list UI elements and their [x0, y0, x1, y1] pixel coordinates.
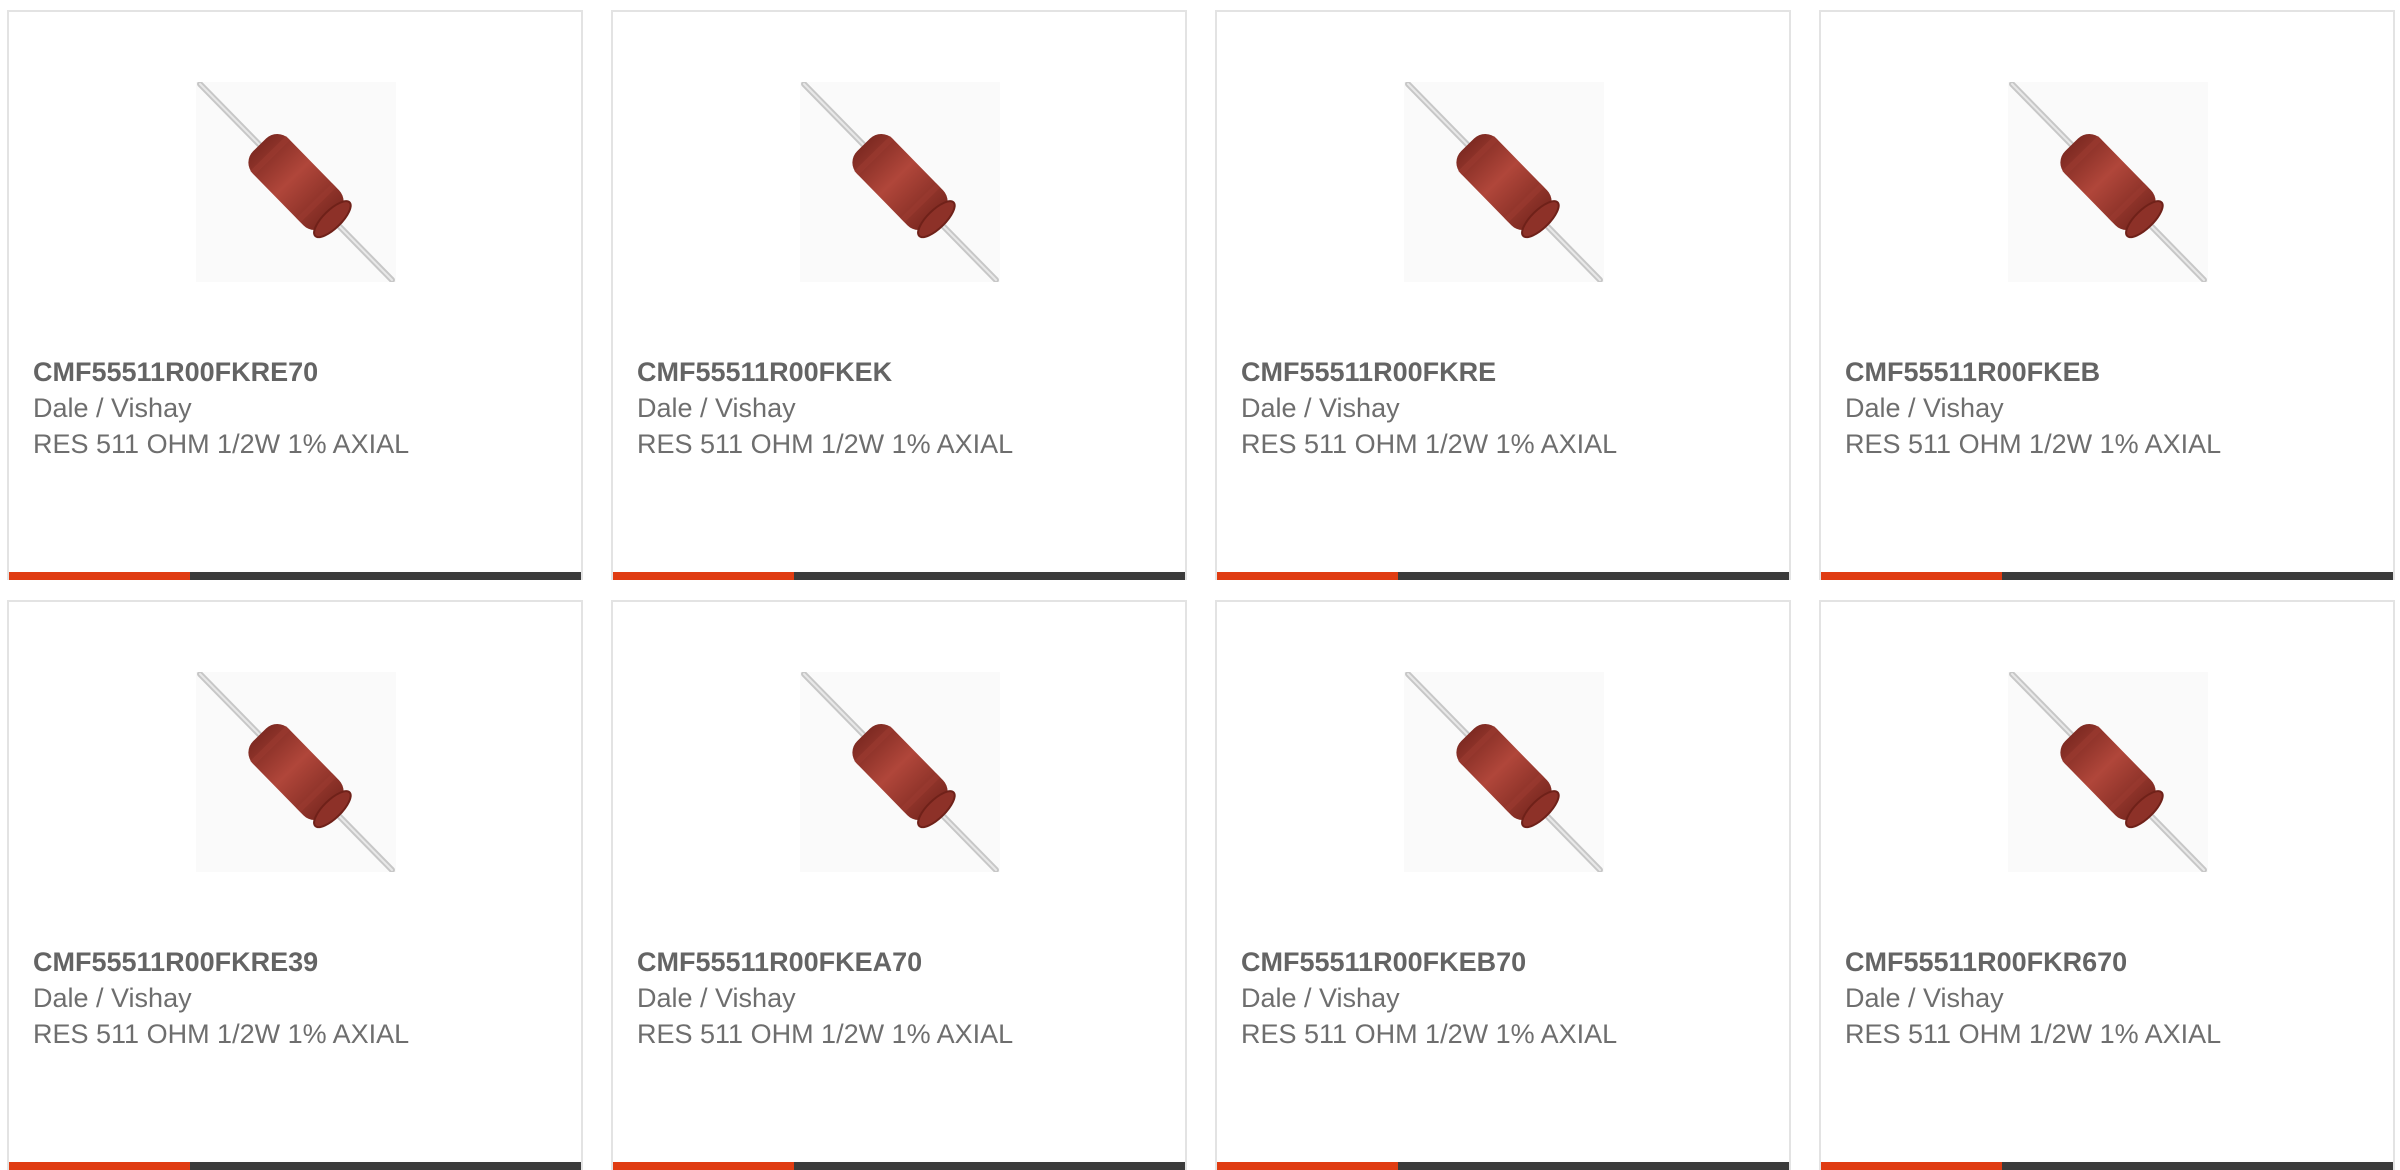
part-number[interactable]: CMF55511R00FKRE	[1241, 354, 1779, 390]
manufacturer: Dale / Vishay	[1241, 983, 1400, 1013]
part-number[interactable]: CMF55511R00FKEB70	[1241, 944, 1779, 980]
product-description: RES 511 OHM 1/2W 1% AXIAL	[1845, 429, 2222, 459]
part-number[interactable]: CMF55511R00FKRE39	[33, 944, 571, 980]
card-bottom-bar	[1217, 1162, 1789, 1170]
product-info: CMF55511R00FKEK Dale / Vishay RES 511 OH…	[637, 354, 1175, 462]
manufacturer: Dale / Vishay	[637, 983, 796, 1013]
manufacturer: Dale / Vishay	[1845, 983, 2004, 1013]
manufacturer: Dale / Vishay	[33, 393, 192, 423]
product-card[interactable]: CMF55511R00FKEK Dale / Vishay RES 511 OH…	[611, 10, 1187, 580]
product-info: CMF55511R00FKRE39 Dale / Vishay RES 511 …	[33, 944, 571, 1052]
product-card[interactable]: CMF55511R00FKEA70 Dale / Vishay RES 511 …	[611, 600, 1187, 1170]
card-accent-bar	[613, 572, 794, 580]
card-bottom-bar	[1821, 572, 2393, 580]
card-bottom-bar	[1217, 572, 1789, 580]
product-info: CMF55511R00FKEB Dale / Vishay RES 511 OH…	[1845, 354, 2383, 462]
part-number[interactable]: CMF55511R00FKEK	[637, 354, 1175, 390]
card-bottom-bar	[9, 572, 581, 580]
product-description: RES 511 OHM 1/2W 1% AXIAL	[637, 429, 1014, 459]
part-number[interactable]: CMF55511R00FKEB	[1845, 354, 2383, 390]
product-description: RES 511 OHM 1/2W 1% AXIAL	[1241, 429, 1618, 459]
product-description: RES 511 OHM 1/2W 1% AXIAL	[33, 429, 410, 459]
axial-resistor-icon[interactable]	[196, 672, 396, 872]
axial-resistor-icon[interactable]	[1404, 82, 1604, 282]
card-bottom-bar	[613, 572, 1185, 580]
manufacturer: Dale / Vishay	[1845, 393, 2004, 423]
axial-resistor-icon[interactable]	[2008, 672, 2208, 872]
axial-resistor-icon[interactable]	[800, 672, 1000, 872]
card-accent-bar	[9, 572, 190, 580]
axial-resistor-icon[interactable]	[1404, 672, 1604, 872]
axial-resistor-icon[interactable]	[800, 82, 1000, 282]
product-description: RES 511 OHM 1/2W 1% AXIAL	[1845, 1019, 2222, 1049]
product-card[interactable]: CMF55511R00FKEB70 Dale / Vishay RES 511 …	[1215, 600, 1791, 1170]
product-card[interactable]: CMF55511R00FKRE39 Dale / Vishay RES 511 …	[7, 600, 583, 1170]
product-info: CMF55511R00FKEB70 Dale / Vishay RES 511 …	[1241, 944, 1779, 1052]
product-card[interactable]: CMF55511R00FKRE70 Dale / Vishay RES 511 …	[7, 10, 583, 580]
product-card[interactable]: CMF55511R00FKR670 Dale / Vishay RES 511 …	[1819, 600, 2395, 1170]
card-bottom-bar	[1821, 1162, 2393, 1170]
part-number[interactable]: CMF55511R00FKR670	[1845, 944, 2383, 980]
part-number[interactable]: CMF55511R00FKRE70	[33, 354, 571, 390]
axial-resistor-icon[interactable]	[2008, 82, 2208, 282]
part-number[interactable]: CMF55511R00FKEA70	[637, 944, 1175, 980]
manufacturer: Dale / Vishay	[1241, 393, 1400, 423]
product-description: RES 511 OHM 1/2W 1% AXIAL	[33, 1019, 410, 1049]
product-grid: CMF55511R00FKRE70 Dale / Vishay RES 511 …	[0, 0, 2400, 1170]
product-info: CMF55511R00FKRE70 Dale / Vishay RES 511 …	[33, 354, 571, 462]
axial-resistor-icon[interactable]	[196, 82, 396, 282]
product-info: CMF55511R00FKR670 Dale / Vishay RES 511 …	[1845, 944, 2383, 1052]
card-bottom-bar	[613, 1162, 1185, 1170]
manufacturer: Dale / Vishay	[637, 393, 796, 423]
product-description: RES 511 OHM 1/2W 1% AXIAL	[1241, 1019, 1618, 1049]
card-accent-bar	[1821, 1162, 2002, 1170]
card-accent-bar	[1217, 1162, 1398, 1170]
card-accent-bar	[1217, 572, 1398, 580]
product-card[interactable]: CMF55511R00FKEB Dale / Vishay RES 511 OH…	[1819, 10, 2395, 580]
product-info: CMF55511R00FKEA70 Dale / Vishay RES 511 …	[637, 944, 1175, 1052]
card-accent-bar	[1821, 572, 2002, 580]
card-bottom-bar	[9, 1162, 581, 1170]
card-accent-bar	[9, 1162, 190, 1170]
product-description: RES 511 OHM 1/2W 1% AXIAL	[637, 1019, 1014, 1049]
card-accent-bar	[613, 1162, 794, 1170]
manufacturer: Dale / Vishay	[33, 983, 192, 1013]
product-info: CMF55511R00FKRE Dale / Vishay RES 511 OH…	[1241, 354, 1779, 462]
product-card[interactable]: CMF55511R00FKRE Dale / Vishay RES 511 OH…	[1215, 10, 1791, 580]
